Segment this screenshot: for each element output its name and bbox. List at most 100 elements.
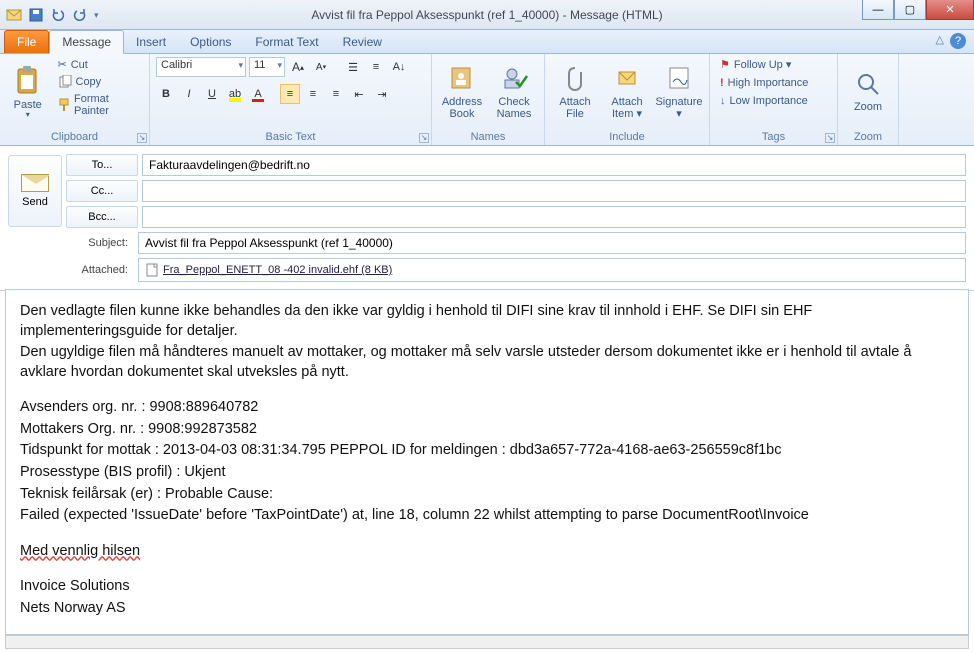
to-button[interactable]: To... <box>66 154 138 176</box>
body-sig-2: Nets Norway AS <box>20 599 954 619</box>
signature-button[interactable]: Signature ▾ <box>655 57 703 123</box>
body-para-2: Den ugyldige filen må håndteres manuelt … <box>20 343 954 382</box>
group-tags: ⚑ Follow Up ▾ !High Importance ↓Low Impor… <box>710 54 838 145</box>
follow-up-label: Follow Up ▾ <box>734 58 791 71</box>
address-book-button[interactable]: Address Book <box>438 57 486 123</box>
copy-icon <box>58 75 72 89</box>
body-line-sender: Avsenders org. nr. : 9908:889640782 <box>20 398 954 418</box>
flag-icon: ⚑ <box>720 58 730 71</box>
undo-icon[interactable] <box>50 7 66 23</box>
tags-dialog-launcher[interactable]: ↘ <box>825 133 835 143</box>
attach-item-icon <box>615 64 639 92</box>
attached-label: Attached: <box>8 264 134 276</box>
zoom-label: Zoom <box>854 101 882 113</box>
bcc-button[interactable]: Bcc... <box>66 206 138 228</box>
body-line-process: Prosesstype (BIS profil) : Ukjent <box>20 463 954 483</box>
align-center-button[interactable]: ≡ <box>303 84 323 104</box>
format-painter-icon <box>58 98 71 112</box>
zoom-icon <box>855 71 881 97</box>
maximize-button[interactable]: ▢ <box>894 0 926 20</box>
low-importance-button[interactable]: ↓Low Importance <box>716 94 812 108</box>
font-color-button[interactable]: A <box>248 84 268 104</box>
clipboard-dialog-launcher[interactable]: ↘ <box>137 133 147 143</box>
high-importance-button[interactable]: !High Importance <box>716 76 812 90</box>
copy-label: Copy <box>76 76 102 88</box>
decrease-indent-button[interactable]: ⇤ <box>349 84 369 104</box>
grow-font-button[interactable]: A▴ <box>288 57 308 77</box>
attach-item-label: Attach Item ▾ <box>611 96 642 120</box>
subject-label: Subject: <box>8 237 134 249</box>
shrink-font-button[interactable]: A▾ <box>311 57 331 77</box>
cc-button[interactable]: Cc... <box>66 180 138 202</box>
outlook-icon <box>6 7 22 23</box>
minimize-ribbon-icon[interactable]: △ <box>936 33 944 49</box>
high-importance-label: High Importance <box>728 77 809 89</box>
tab-insert[interactable]: Insert <box>124 31 178 53</box>
basic-text-dialog-launcher[interactable]: ↘ <box>419 133 429 143</box>
redo-icon[interactable] <box>72 7 88 23</box>
attachment-box: Fra_Peppol_ENETT_08 -402 invalid.ehf (8 … <box>138 258 966 282</box>
bold-button[interactable]: B <box>156 84 176 104</box>
increase-indent-button[interactable]: ⇥ <box>372 84 392 104</box>
body-line-cause-label: Teknisk feilårsak (er) : Probable Cause: <box>20 485 954 505</box>
align-left-button[interactable]: ≡ <box>280 84 300 104</box>
body-signoff: Med vennlig hilsen <box>20 542 954 562</box>
numbering-button[interactable]: ≡ <box>366 57 386 77</box>
close-button[interactable]: ✕ <box>926 0 974 20</box>
copy-button[interactable]: Copy <box>54 74 144 90</box>
tab-review[interactable]: Review <box>331 31 394 53</box>
help-icon[interactable]: ? <box>950 33 966 49</box>
group-basic-text-label: Basic Text <box>156 129 425 143</box>
address-book-icon <box>448 64 476 92</box>
cut-button[interactable]: ✂Cut <box>54 57 144 72</box>
font-combo[interactable]: Calibri <box>156 57 246 77</box>
cc-field[interactable] <box>142 180 966 202</box>
signature-label: Signature ▾ <box>655 96 702 120</box>
follow-up-button[interactable]: ⚑ Follow Up ▾ <box>716 57 812 72</box>
save-icon[interactable] <box>28 7 44 23</box>
subject-field[interactable] <box>138 232 966 254</box>
message-header: Send To... Cc... Bcc... Subject: Attache… <box>0 146 974 291</box>
cut-icon: ✂ <box>58 58 67 71</box>
zoom-button[interactable]: Zoom <box>844 57 892 123</box>
tab-file[interactable]: File <box>4 30 49 53</box>
minimize-button[interactable]: — <box>862 0 894 20</box>
address-book-label: Address Book <box>442 96 482 120</box>
horizontal-scrollbar[interactable] <box>5 635 969 649</box>
tab-message[interactable]: Message <box>49 30 124 54</box>
message-body[interactable]: Den vedlagte filen kunne ikke behandles … <box>6 290 968 632</box>
ribbon-tabs: File Message Insert Options Format Text … <box>0 30 974 54</box>
font-size-combo[interactable]: 11 <box>249 57 285 77</box>
italic-button[interactable]: I <box>179 84 199 104</box>
attach-file-button[interactable]: Attach File <box>551 57 599 123</box>
attach-file-label: Attach File <box>559 96 590 120</box>
send-label: Send <box>22 196 48 208</box>
attachment-file-icon <box>145 263 159 277</box>
check-names-button[interactable]: Check Names <box>490 57 538 123</box>
highlight-button[interactable]: ab <box>225 84 245 104</box>
to-field[interactable] <box>142 154 966 176</box>
group-basic-text: Calibri 11 A▴ A▾ ☰ ≡ A↓ B I U ab A ≡ ≡ ≡… <box>150 54 432 145</box>
body-line-cause: Failed (expected 'IssueDate' before 'Tax… <box>20 506 954 526</box>
sort-button[interactable]: A↓ <box>389 57 409 77</box>
bullets-button[interactable]: ☰ <box>343 57 363 77</box>
qat-chevron-icon[interactable]: ▾ <box>94 7 110 23</box>
underline-button[interactable]: U <box>202 84 222 104</box>
tab-options[interactable]: Options <box>178 31 243 53</box>
attach-item-button[interactable]: Attach Item ▾ <box>603 57 651 123</box>
signature-icon <box>667 64 691 92</box>
tab-format-text[interactable]: Format Text <box>243 31 330 53</box>
align-right-button[interactable]: ≡ <box>326 84 346 104</box>
bcc-field[interactable] <box>142 206 966 228</box>
attachment-item[interactable]: Fra_Peppol_ENETT_08 -402 invalid.ehf (8 … <box>145 263 392 277</box>
message-body-area[interactable]: Den vedlagte filen kunne ikke behandles … <box>5 289 969 635</box>
low-importance-icon: ↓ <box>720 95 726 107</box>
check-names-icon <box>500 64 528 92</box>
format-painter-button[interactable]: Format Painter <box>54 92 144 118</box>
send-icon <box>21 174 49 192</box>
paste-button[interactable]: Paste ▾ <box>6 57 50 123</box>
send-button[interactable]: Send <box>8 155 62 227</box>
body-line-receiver: Mottakers Org. nr. : 9908:992873582 <box>20 420 954 440</box>
body-para-1: Den vedlagte filen kunne ikke behandles … <box>20 302 954 341</box>
check-names-label: Check Names <box>497 96 532 120</box>
